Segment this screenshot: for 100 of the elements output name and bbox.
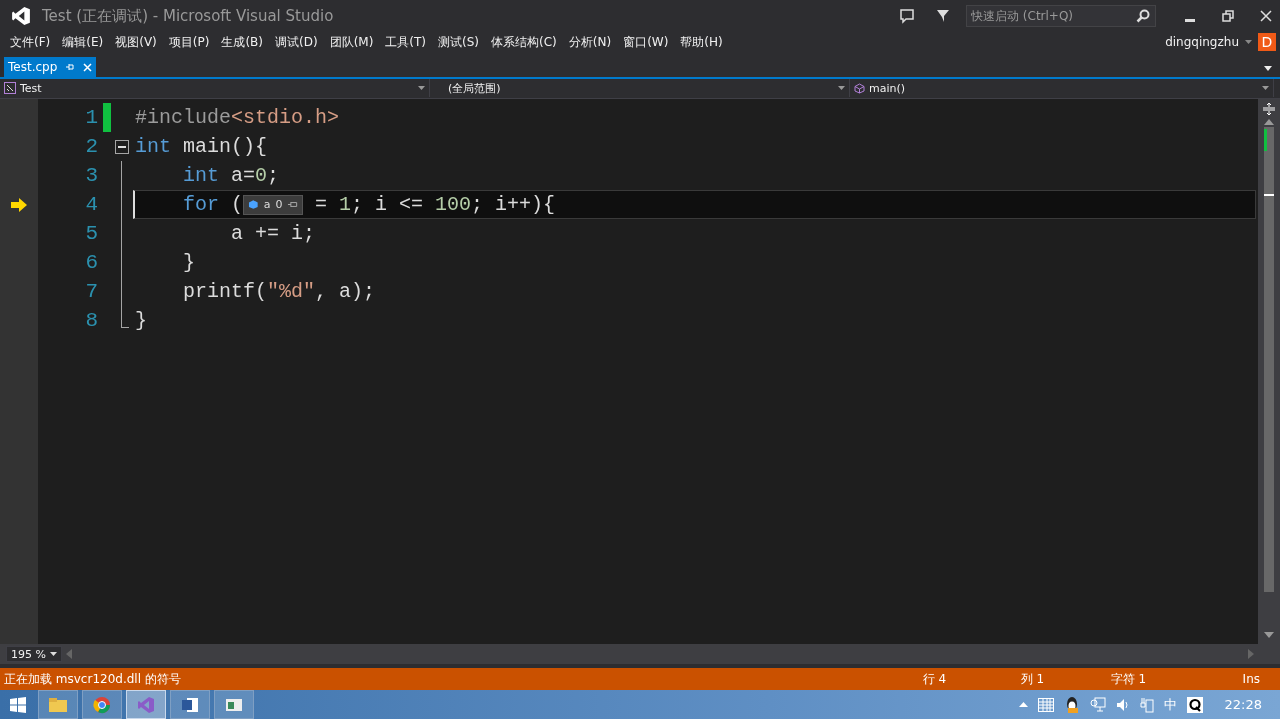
char-indicator: 字符 1 — [1110, 670, 1148, 688]
code-token: ; i <= — [351, 193, 425, 216]
line-indicator: 行 4 — [922, 670, 948, 688]
window-title: Test (正在调试) - Microsoft Visual Studio — [42, 6, 334, 26]
line-number: 7 — [84, 280, 98, 303]
line-number: 4 — [84, 193, 98, 216]
menu-item[interactable]: 分析(N) — [562, 33, 618, 51]
account-name[interactable]: dingqingzhu — [1165, 35, 1239, 49]
speaker-icon — [1115, 697, 1130, 712]
code-token: ; — [267, 164, 280, 187]
menu-item[interactable]: 项目(P) — [162, 33, 216, 51]
code-token: a= — [230, 164, 256, 187]
code-token: } — [135, 309, 147, 332]
menu-item[interactable]: 调试(D) — [269, 33, 324, 51]
browser-icon — [93, 695, 111, 714]
data-tip[interactable]: a 0 — [243, 194, 304, 215]
network-icon — [1089, 696, 1106, 713]
caret-icon — [418, 86, 425, 90]
menu-item[interactable]: 工具(T) — [379, 33, 433, 51]
folder-icon — [48, 696, 68, 713]
status-message: 正在加载 msvcr120d.dll 的符号 — [4, 670, 181, 688]
menu-item[interactable]: 编辑(E) — [56, 33, 110, 51]
caret-icon — [50, 652, 57, 656]
code-token: = — [314, 193, 329, 216]
line-number: 3 — [84, 164, 98, 187]
menu-item[interactable]: 帮助(H) — [674, 33, 729, 51]
menu-item[interactable]: 体系结构(C) — [485, 33, 563, 51]
pin-icon — [65, 63, 76, 71]
code-token: int — [135, 135, 171, 158]
code-token: for — [182, 193, 219, 216]
code-token: 100 — [435, 193, 472, 216]
column-indicator: 列 1 — [1020, 670, 1046, 688]
file-tab[interactable]: Test.cpp — [4, 57, 97, 77]
restore-icon — [1222, 10, 1234, 22]
close-icon — [83, 62, 93, 72]
minus-icon — [118, 145, 126, 148]
variable-value: 0 — [275, 198, 283, 211]
caret-icon — [1264, 66, 1272, 71]
menu-item[interactable]: 窗口(W) — [617, 33, 675, 51]
line-number: 2 — [84, 135, 98, 158]
battery-icon — [1139, 696, 1154, 713]
code-token: "%d" — [267, 280, 316, 303]
code-token: ; i++){ — [471, 193, 556, 216]
clock: 22:28 — [1224, 697, 1262, 712]
scroll-up-icon — [1264, 119, 1274, 125]
menu-item[interactable]: 团队(M) — [323, 33, 380, 51]
line-number: 1 — [84, 106, 98, 129]
code-token: printf( — [182, 280, 268, 303]
code-token: 0 — [255, 164, 268, 187]
variable-name: a — [263, 198, 271, 211]
close-icon — [1260, 10, 1272, 22]
keyboard-icon — [1037, 697, 1054, 712]
q-app-icon — [1186, 696, 1203, 713]
code-token: <stdio.h> — [231, 106, 340, 129]
scroll-track[interactable] — [1264, 127, 1274, 592]
taskbar-app[interactable] — [170, 690, 210, 719]
code-token: int — [182, 164, 219, 187]
taskbar-app[interactable] — [214, 690, 254, 719]
tab-label: Test.cpp — [8, 60, 58, 74]
project-dropdown[interactable]: Test — [0, 79, 430, 97]
cube-icon — [854, 82, 865, 94]
collapse-toggle[interactable] — [115, 139, 129, 154]
code-token: ( — [230, 193, 244, 216]
scroll-left-icon — [66, 649, 72, 659]
minimize-icon — [1185, 18, 1195, 22]
menu-item[interactable]: 测试(S) — [432, 33, 486, 51]
menu-item[interactable]: 生成(B) — [215, 33, 269, 51]
line-number: 5 — [84, 222, 98, 245]
code-token: main(){ — [182, 135, 268, 158]
code-token: } — [182, 251, 195, 274]
caret-icon — [1262, 86, 1269, 90]
pin-icon — [287, 201, 299, 208]
scroll-down-icon — [1264, 632, 1274, 638]
code-token: , a); — [315, 280, 376, 303]
line-number: 8 — [84, 309, 98, 332]
vs-logo-icon — [137, 695, 155, 714]
start-icon — [10, 696, 26, 713]
insert-mode: Ins — [1242, 672, 1260, 686]
code-token: a += i; — [230, 222, 316, 245]
caret-icon — [838, 86, 845, 90]
line-number: 6 — [84, 251, 98, 274]
split-icon — [1262, 102, 1276, 116]
member-dropdown[interactable]: main() — [850, 79, 1274, 97]
code-token: #include — [135, 106, 231, 129]
zoom-dropdown[interactable]: 195 % — [6, 646, 62, 662]
variable-icon — [248, 199, 259, 210]
menu-item[interactable]: 视图(V) — [109, 33, 163, 51]
scope-dropdown[interactable]: (全局范围) — [430, 79, 850, 97]
search-icon — [1136, 9, 1150, 23]
scroll-right-icon — [1248, 649, 1254, 659]
caret-icon — [1245, 40, 1252, 44]
menu-item[interactable]: 文件(F) — [4, 33, 57, 51]
taskbar-app[interactable] — [126, 690, 166, 719]
quick-launch-field[interactable]: 快速启动 (Ctrl+Q) — [966, 5, 1156, 27]
tray-caret-icon — [1018, 702, 1028, 707]
project-icon — [4, 82, 16, 94]
document-app-icon — [181, 696, 199, 713]
vs-logo-icon — [10, 6, 32, 26]
code-token: 1 — [339, 193, 352, 216]
window-icon — [225, 697, 243, 712]
